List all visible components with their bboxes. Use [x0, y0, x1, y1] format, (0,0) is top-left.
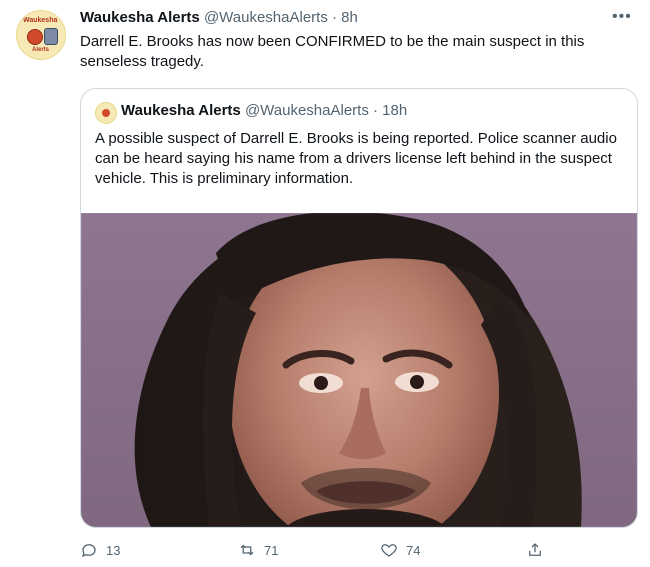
retweet-icon: [240, 544, 254, 556]
avatar-logo-text-bottom: Alerts: [32, 47, 50, 53]
quoted-header-separator: ·: [373, 102, 378, 119]
like-button[interactable]: 74: [380, 540, 420, 560]
quoted-author-handle[interactable]: @WaukeshaAlerts: [245, 102, 369, 119]
author-avatar[interactable]: Waukesha Alerts: [16, 10, 66, 60]
avatar-logo-text-top: Waukesha: [23, 17, 58, 24]
header-separator: ·: [332, 9, 337, 26]
suspect-photo[interactable]: [81, 213, 637, 527]
quoted-tweet-text: A possible suspect of Darrell E. Brooks …: [95, 130, 617, 187]
suspect-photo-svg: [81, 213, 637, 527]
tweet-actions-bar: 13 71 74: [80, 540, 640, 560]
retweet-button[interactable]: 71: [238, 540, 278, 560]
reply-icon: [82, 544, 96, 558]
tweet-header: Waukesha Alerts @WaukeshaAlerts · 8h: [80, 8, 358, 28]
avatar-shield-icon: [44, 28, 58, 45]
tweet-card[interactable]: Waukesha Alerts Waukesha Alerts @Waukesh…: [0, 0, 650, 567]
share-icon: [529, 543, 541, 556]
quoted-tweet[interactable]: Waukesha Alerts @WaukeshaAlerts · 18h A …: [80, 88, 638, 528]
reply-button[interactable]: 13: [80, 540, 120, 560]
like-icon: [381, 544, 397, 557]
share-button[interactable]: [526, 540, 544, 560]
retweet-count: 71: [264, 542, 279, 558]
like-count: 74: [406, 542, 421, 558]
quoted-tweet-time[interactable]: 18h: [382, 102, 407, 119]
reply-count: 13: [106, 542, 121, 558]
tweet-time[interactable]: 8h: [341, 9, 358, 26]
quoted-author-name[interactable]: Waukesha Alerts: [121, 102, 241, 119]
quoted-tweet-header: Waukesha Alerts @WaukeshaAlerts · 18h: [121, 101, 407, 121]
more-options-icon[interactable]: •••: [612, 8, 632, 26]
author-handle[interactable]: @WaukeshaAlerts: [204, 9, 328, 26]
author-name[interactable]: Waukesha Alerts: [80, 9, 200, 26]
tweet-text: Darrell E. Brooks has now been CONFIRMED…: [80, 33, 585, 70]
quoted-author-avatar[interactable]: [95, 102, 117, 124]
avatar-badge-icon: [27, 29, 43, 45]
